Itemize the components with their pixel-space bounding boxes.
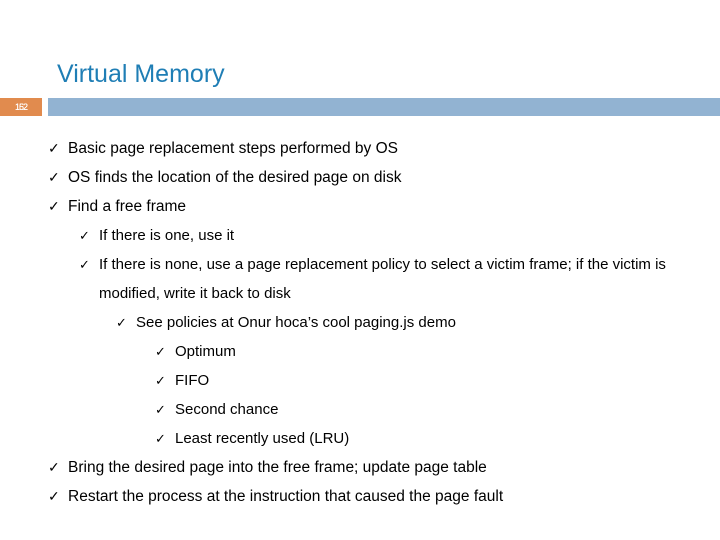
page-title: Virtual Memory [57, 60, 225, 88]
slide-body: ✓ Basic page replacement steps performed … [0, 134, 720, 511]
list-item: ✓ Least recently used (LRU) [0, 424, 720, 453]
header-rule-bar [48, 98, 720, 116]
slide-canvas: Virtual Memory 152 162 ✓ Basic page repla… [0, 0, 720, 540]
list-item-label: Find a free frame [68, 198, 187, 215]
checkmark-icon: ✓ [155, 402, 166, 417]
list-item-label: Bring the desired page into the free fra… [68, 459, 487, 476]
checkmark-icon: ✓ [48, 459, 60, 475]
list-item-label: Restart the process at the instruction t… [68, 488, 504, 505]
list-item: ✓ See policies at Onur hoca’s cool paging… [0, 308, 720, 337]
list-item-label: See policies at Onur hoca’s cool paging.… [136, 314, 456, 331]
checkmark-icon: ✓ [48, 140, 60, 156]
list-item-label: If there is none, use a page replacement… [99, 256, 666, 302]
checkmark-icon: ✓ [48, 169, 60, 185]
list-item: ✓ If there is none, use a page replacemen… [0, 250, 720, 308]
list-item-label: If there is one, use it [99, 227, 235, 244]
checkmark-icon: ✓ [48, 198, 60, 214]
slide-number-badge: 152 162 [0, 98, 42, 116]
checkmark-icon: ✓ [155, 344, 166, 359]
list-item: ✓ OS finds the location of the desired pa… [0, 163, 720, 192]
list-item-label: OS finds the location of the desired pag… [68, 169, 402, 186]
checkmark-icon: ✓ [155, 431, 166, 446]
list-item: ✓ Bring the desired page into the free fr… [0, 453, 720, 482]
list-item: ✓ Basic page replacement steps performed … [0, 134, 720, 163]
list-item: ✓ If there is one, use it [0, 221, 720, 250]
checkmark-icon: ✓ [79, 228, 90, 243]
checkmark-icon: ✓ [155, 373, 166, 388]
list-item: ✓ Restart the process at the instruction … [0, 482, 720, 511]
list-item-label: Basic page replacement steps performed b… [68, 140, 398, 157]
checkmark-icon: ✓ [48, 488, 60, 504]
list-item: ✓ FIFO [0, 366, 720, 395]
list-item-label: Second chance [175, 401, 279, 418]
list-item-label: Optimum [175, 343, 236, 360]
list-item: ✓ Optimum [0, 337, 720, 366]
checkmark-icon: ✓ [116, 315, 127, 330]
list-item: ✓ Second chance [0, 395, 720, 424]
slide-number-overlay: 162 [14, 102, 28, 112]
checkmark-icon: ✓ [79, 257, 90, 272]
list-item-label: FIFO [175, 372, 210, 389]
header-divider: 152 162 [0, 98, 720, 116]
list-item: ✓ Find a free frame [0, 192, 720, 221]
list-item-label: Least recently used (LRU) [175, 430, 350, 447]
